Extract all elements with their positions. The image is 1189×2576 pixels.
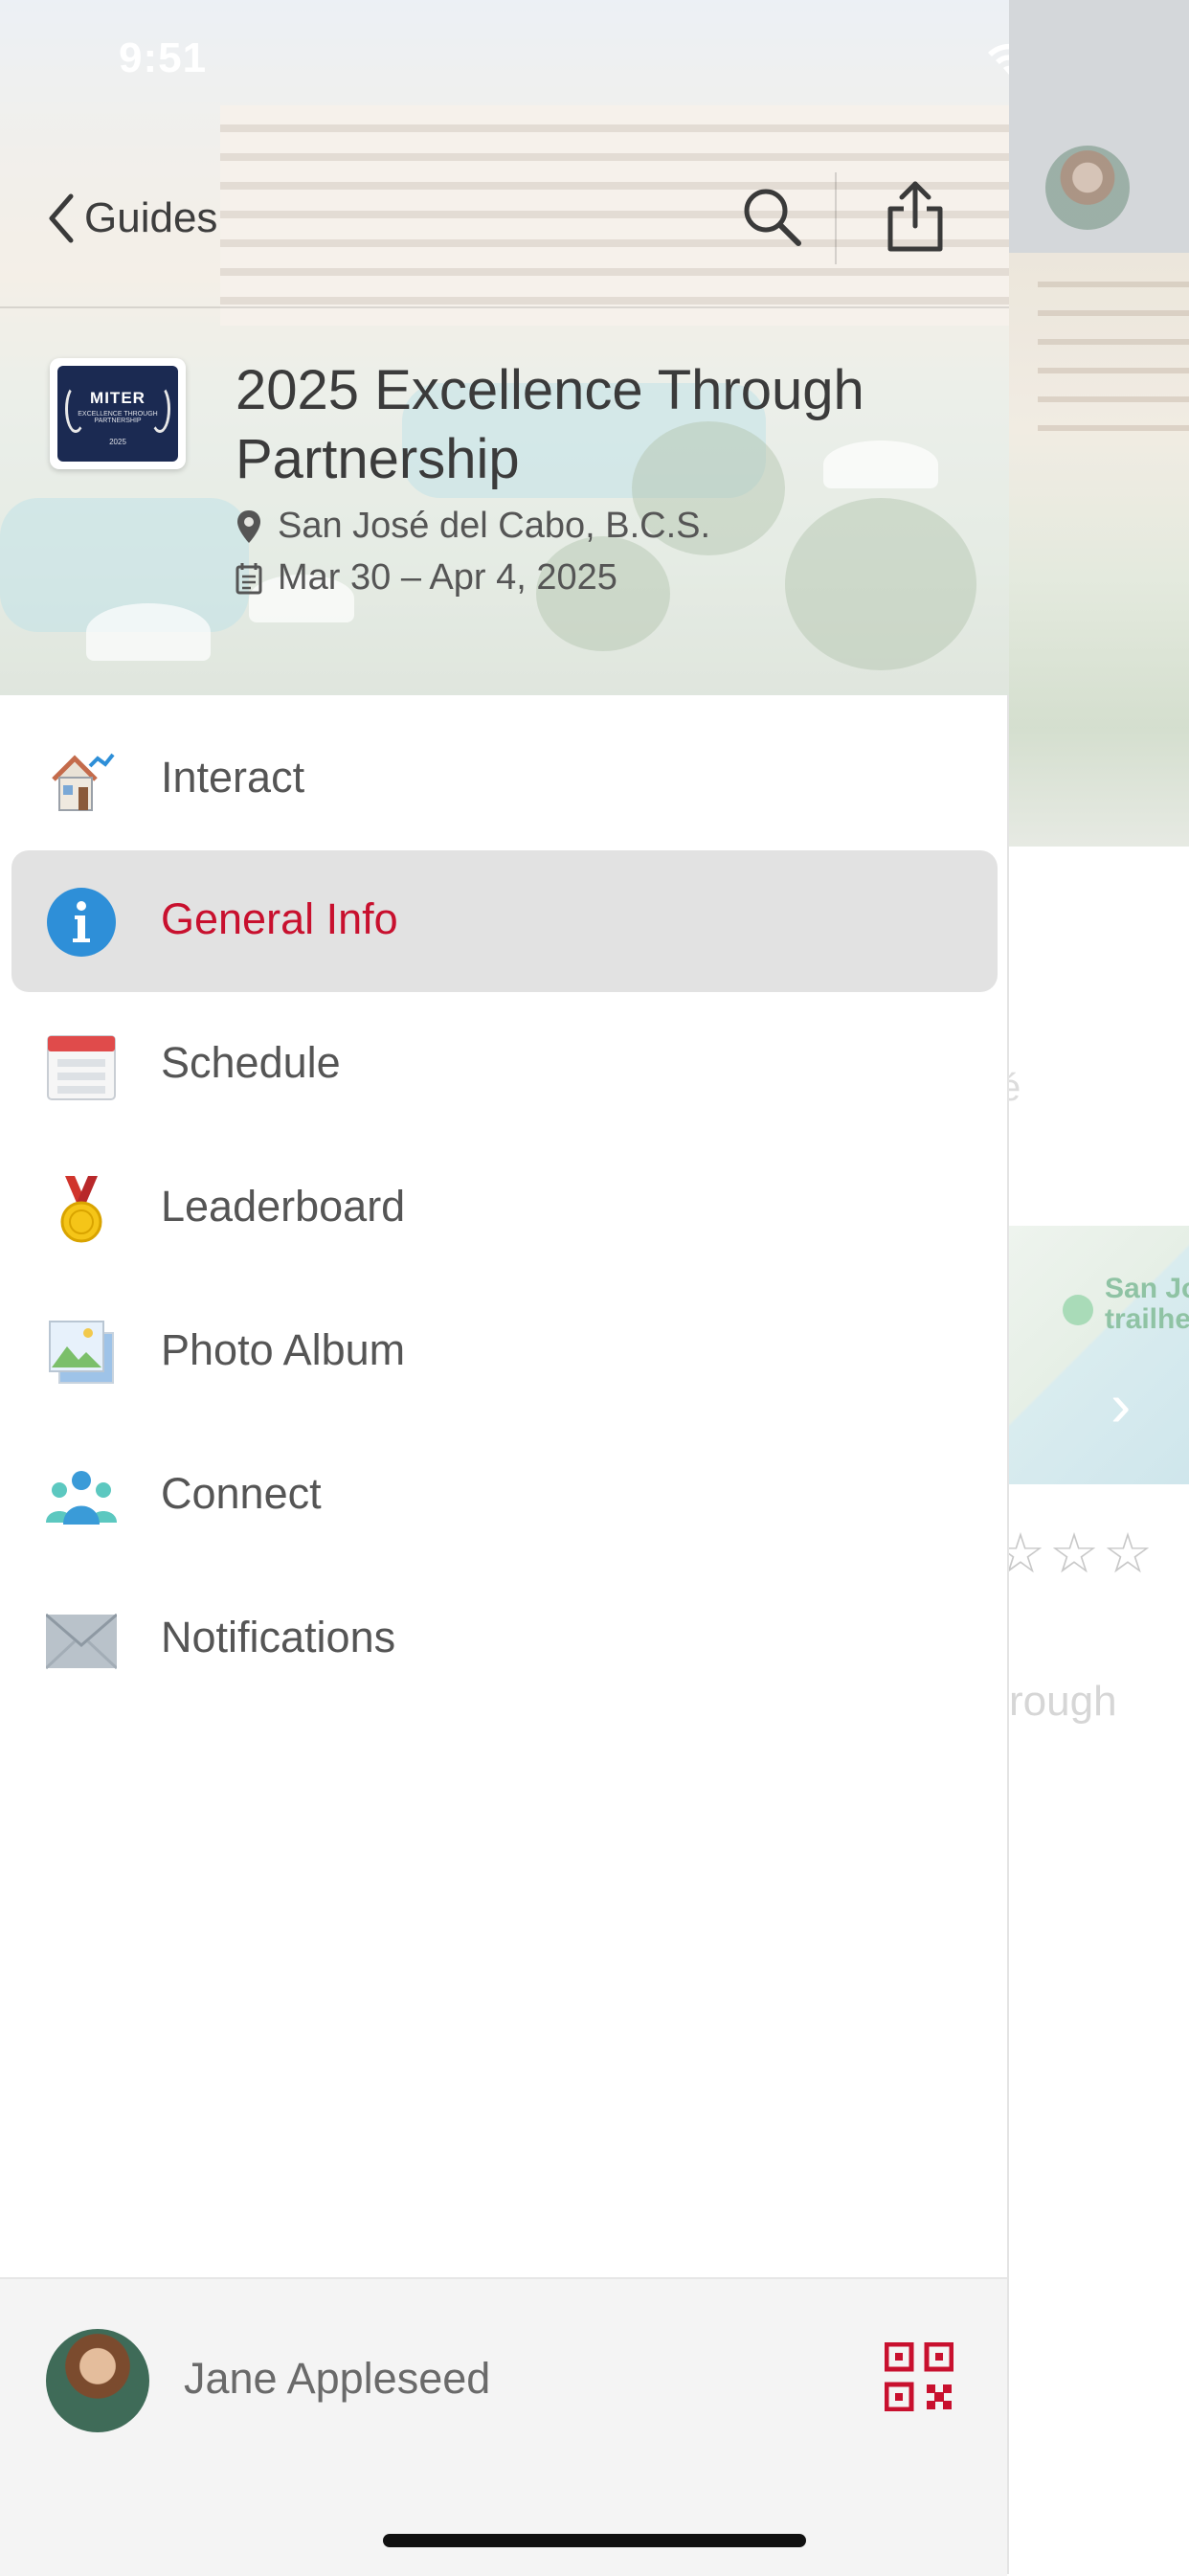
menu-item-label: Connect xyxy=(161,1469,322,1518)
menu-item-label: Interact xyxy=(161,753,305,802)
side-drawer: 9:51 Guides MITER EXCELLENCE THROUGH PAR… xyxy=(0,0,1009,2576)
menu-item-general-info[interactable]: General Info xyxy=(11,850,998,992)
menu-item-photo-album[interactable]: Photo Album xyxy=(11,1281,998,1423)
rating-stars[interactable]: ☆☆☆ xyxy=(996,1521,1156,1586)
toolbar-divider xyxy=(835,172,837,264)
status-time: 9:51 xyxy=(119,34,208,81)
user-name[interactable]: Jane Appleseed xyxy=(184,2354,490,2404)
chevron-left-icon xyxy=(49,193,74,243)
profile-footer: Jane Appleseed xyxy=(0,2277,1007,2576)
event-dates-text: Mar 30 – Apr 4, 2025 xyxy=(278,557,617,598)
photo-icon xyxy=(49,1321,114,1384)
menu-item-interact[interactable]: Interact xyxy=(11,709,998,850)
menu-item-label: Leaderboard xyxy=(161,1182,406,1231)
menu-item-connect[interactable]: Connect xyxy=(11,1425,998,1567)
header-divider xyxy=(0,306,1009,308)
wifi-icon xyxy=(988,43,1009,75)
avatar[interactable] xyxy=(46,2329,149,2432)
menu-item-label: Notifications xyxy=(161,1613,396,1661)
logo-subtitle: EXCELLENCE THROUGH PARTNERSHIP xyxy=(78,411,158,424)
logo-year: 2025 xyxy=(109,438,126,446)
back-button[interactable]: Guides xyxy=(46,188,217,249)
background-map-label: San Jo trailhe xyxy=(1105,1273,1189,1335)
home-indicator[interactable] xyxy=(383,2534,806,2547)
event-dates: Mar 30 – Apr 4, 2025 xyxy=(236,557,617,599)
event-hero-header: 9:51 Guides MITER EXCELLENCE THROUGH PAR… xyxy=(0,0,1009,695)
menu-item-label: Photo Album xyxy=(161,1325,406,1374)
menu-item-schedule[interactable]: Schedule xyxy=(11,994,998,1136)
medal-icon xyxy=(60,1176,102,1243)
back-button-label: Guides xyxy=(84,194,218,241)
menu-item-label: General Info xyxy=(161,894,398,943)
people-icon xyxy=(46,1471,117,1525)
menu-item-notifications[interactable]: Notifications xyxy=(11,1569,998,1710)
info-icon xyxy=(47,888,116,957)
location-pin-icon xyxy=(237,509,260,543)
menu-item-label: Schedule xyxy=(161,1038,341,1087)
qr-code-icon[interactable] xyxy=(885,2342,953,2411)
chevron-right-icon[interactable]: › xyxy=(1110,1369,1131,1440)
map-pin-icon xyxy=(1063,1295,1093,1325)
event-location: San José del Cabo, B.C.S. xyxy=(236,506,710,547)
background-map[interactable] xyxy=(1009,1226,1189,1484)
event-title: 2025 Excellence Through Partnership xyxy=(236,359,864,490)
background-hero-image xyxy=(1009,253,1189,847)
calendar-icon xyxy=(47,1035,116,1100)
event-location-text: San José del Cabo, B.C.S. xyxy=(278,506,711,546)
background-avatar[interactable] xyxy=(1045,146,1130,230)
calendar-small-icon xyxy=(236,562,262,594)
share-icon[interactable] xyxy=(881,178,950,255)
event-logo: MITER EXCELLENCE THROUGH PARTNERSHIP 202… xyxy=(50,358,186,469)
envelope-icon xyxy=(46,1613,117,1670)
house-icon xyxy=(52,753,115,811)
search-icon[interactable] xyxy=(737,182,806,251)
background-text-fragment: rough xyxy=(1009,1678,1117,1725)
menu-item-leaderboard[interactable]: Leaderboard xyxy=(11,1138,998,1279)
